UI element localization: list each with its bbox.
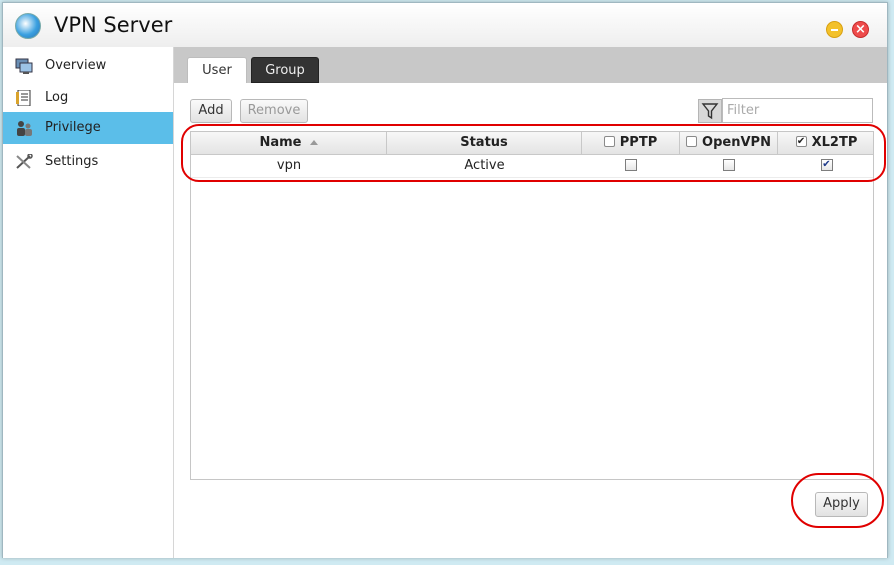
monitor-icon xyxy=(15,58,33,74)
highlight-annotation-table xyxy=(181,124,886,182)
add-button[interactable]: Add xyxy=(190,99,232,123)
filter-icon[interactable] xyxy=(698,99,722,123)
users-icon xyxy=(17,121,32,136)
sidebar-item-overview[interactable]: Overview xyxy=(3,50,173,82)
sidebar-item-label: Settings xyxy=(45,154,99,169)
sidebar: Overview Log Privilege Settings xyxy=(3,47,174,558)
sidebar-item-label: Privilege xyxy=(45,120,101,135)
tab-group[interactable]: Group xyxy=(251,57,319,83)
sidebar-item-privilege[interactable]: Privilege xyxy=(3,112,173,144)
close-icon[interactable]: × xyxy=(852,21,869,38)
vpn-server-window: VPN Server × Overview Log Privilege Sett… xyxy=(2,2,888,558)
sidebar-item-log[interactable]: Log xyxy=(3,82,173,114)
highlight-annotation-apply xyxy=(791,473,884,528)
tab-user[interactable]: User xyxy=(187,57,247,83)
window-title: VPN Server xyxy=(54,13,173,37)
tab-strip: User Group xyxy=(174,47,887,83)
app-icon xyxy=(15,13,41,39)
filter-input[interactable] xyxy=(722,98,873,123)
sidebar-item-settings[interactable]: Settings xyxy=(3,146,173,178)
user-table: Name Status PPTP OpenVPN ✔ XL2TP vpn Acti… xyxy=(190,131,874,480)
log-icon xyxy=(16,90,31,106)
remove-button[interactable]: Remove xyxy=(240,99,308,123)
title-bar: VPN Server × xyxy=(3,3,887,48)
sidebar-item-label: Log xyxy=(45,90,69,105)
minimize-icon[interactable] xyxy=(826,21,843,38)
sidebar-item-label: Overview xyxy=(45,58,107,73)
wrench-icon xyxy=(16,154,33,169)
